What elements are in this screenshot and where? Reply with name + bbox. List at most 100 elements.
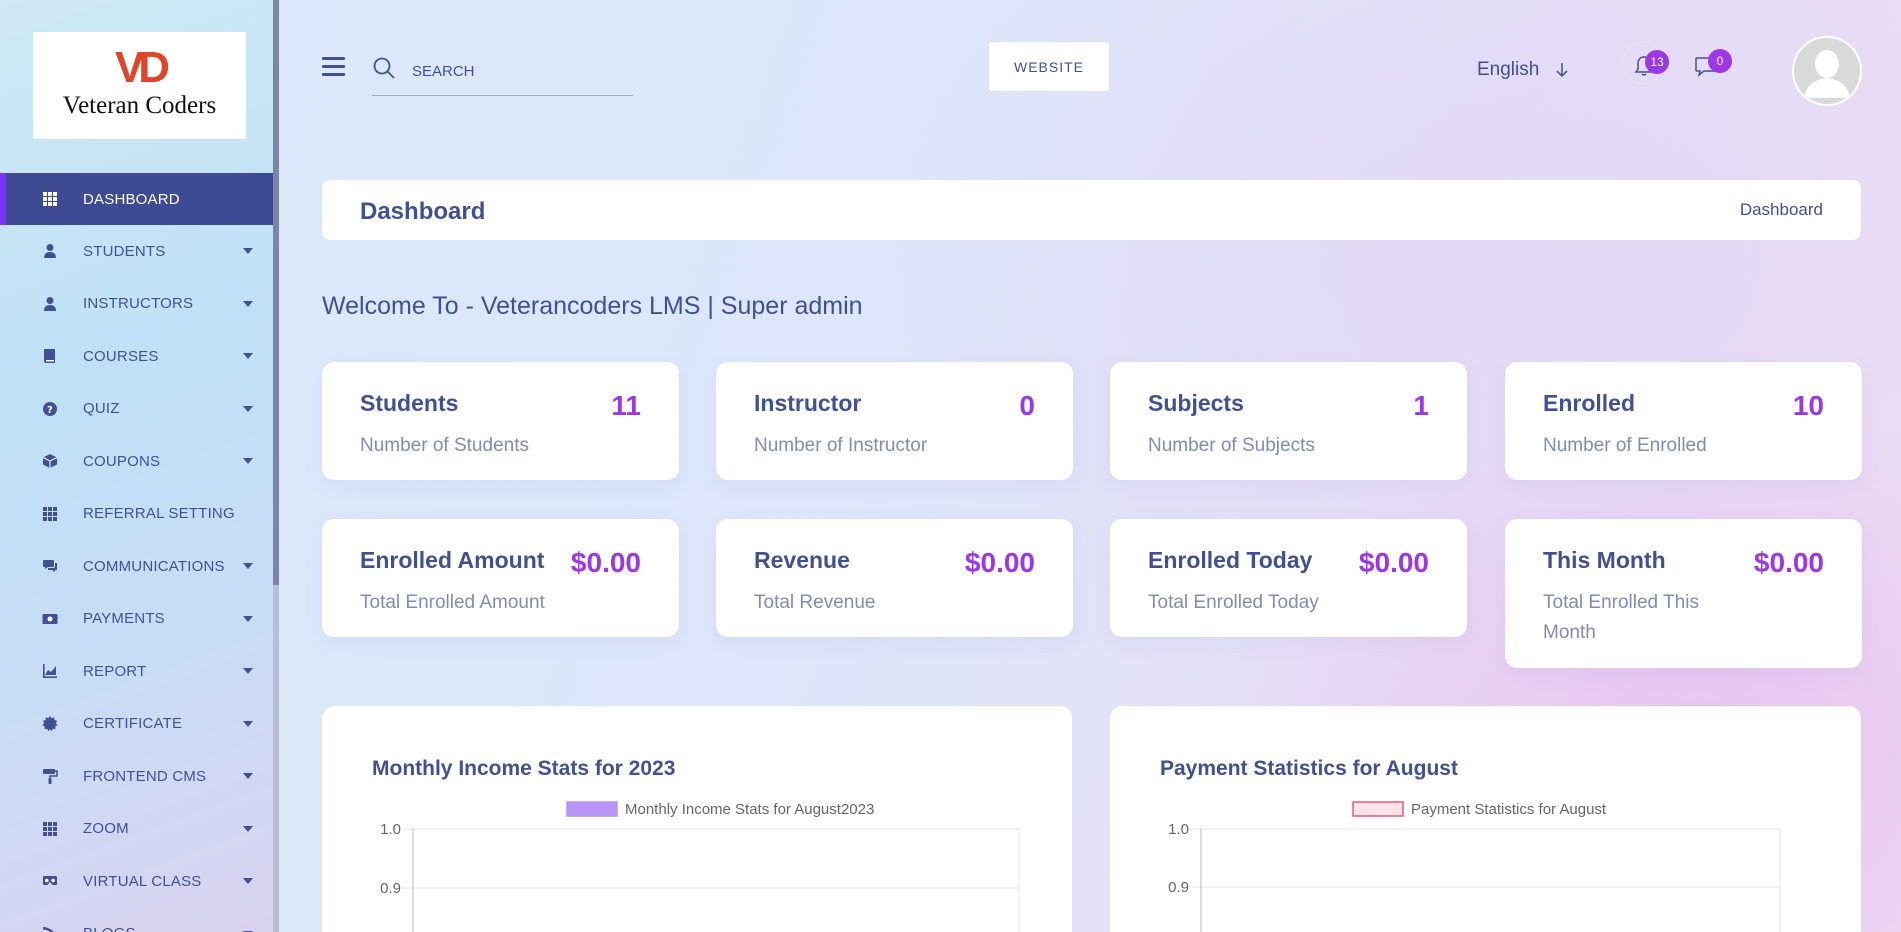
stat-card-subjects[interactable]: Subjects 1 Number of Subjects: [1110, 362, 1467, 480]
language-selector[interactable]: English: [1477, 57, 1569, 83]
sidebar-item-label: QUIZ: [83, 400, 120, 418]
caret-down-icon: [243, 458, 253, 465]
money-icon: [42, 611, 58, 627]
sidebar-item-dashboard[interactable]: DASHBOARD: [0, 173, 279, 225]
vr-icon: [42, 873, 58, 889]
sidebar-item-quiz[interactable]: ? QUIZ: [0, 383, 279, 436]
sidebar-scrollbar[interactable]: [273, 0, 279, 932]
logo-mark: VD: [114, 42, 170, 92]
stat-title: Enrolled Today: [1148, 547, 1313, 573]
stat-title: Instructor: [754, 390, 862, 416]
avatar[interactable]: [1792, 36, 1862, 106]
legend-swatch[interactable]: [566, 801, 618, 817]
y-tick-label: 0.9: [380, 880, 401, 897]
website-button[interactable]: WEBSITE: [989, 42, 1109, 91]
sidebar-item-label: FRONTEND CMS: [83, 767, 207, 785]
sidebar-item-label: REPORT: [83, 662, 147, 680]
sidebar-item-label: INSTRUCTORS: [83, 295, 194, 313]
menu-toggle-icon[interactable]: [322, 57, 345, 77]
caret-down-icon: [243, 720, 253, 727]
sidebar-item-payments[interactable]: PAYMENTS: [0, 593, 279, 646]
income-chart: Monthly Income Stats for August2023 1.0 0.…: [380, 801, 1020, 932]
y-tick-label: 0.9: [1168, 879, 1189, 896]
sidebar-item-courses[interactable]: COURSES: [0, 330, 279, 383]
stat-value: $0.00: [1358, 547, 1429, 578]
stat-value: 10: [1792, 390, 1824, 421]
sidebar-item-zoom[interactable]: ZOOM: [0, 803, 279, 856]
user-icon: [42, 243, 58, 259]
sidebar-item-report[interactable]: REPORT: [0, 645, 279, 698]
sidebar-item-label: REFERRAL SETTING: [83, 505, 235, 523]
arrow-down-icon: [1555, 62, 1569, 84]
breadcrumb: Dashboard Dashboard: [322, 180, 1861, 240]
y-tick-label: 1.0: [1168, 821, 1189, 838]
stat-subtitle: Number of Subjects: [1148, 435, 1315, 456]
sidebar-item-coupons[interactable]: COUPONS: [0, 435, 279, 488]
sidebar-item-referral-setting[interactable]: REFERRAL SETTING: [0, 488, 279, 541]
svg-text:?: ?: [47, 405, 53, 416]
rss-icon: [42, 926, 58, 932]
legend-swatch[interactable]: [1352, 801, 1404, 817]
caret-down-icon: [243, 825, 253, 832]
stat-title: Subjects: [1148, 390, 1244, 416]
caret-down-icon: [243, 405, 253, 412]
sidebar-item-label: COURSES: [83, 347, 159, 365]
search-input[interactable]: [412, 60, 622, 82]
sidebar-item-label: ZOOM: [83, 820, 129, 838]
stat-subtitle: Total Enrolled This Month: [1543, 592, 1699, 643]
stat-title: Enrolled: [1543, 390, 1636, 416]
sidebar-item-label: COMMUNICATIONS: [83, 557, 225, 575]
logo[interactable]: VD Veteran Coders: [33, 32, 246, 139]
legend-label: Monthly Income Stats for August2023: [625, 801, 874, 818]
sidebar-item-frontend-cms[interactable]: FRONTEND CMS: [0, 750, 279, 803]
caret-down-icon: [243, 668, 253, 675]
certificate-icon: [42, 715, 58, 732]
sidebar-item-virtual-class[interactable]: VIRTUAL CLASS: [0, 855, 279, 908]
page-title: Dashboard: [360, 198, 486, 225]
notifications-button[interactable]: 13: [1622, 42, 1669, 84]
stat-value: 1: [1413, 390, 1429, 421]
sidebar-item-certificate[interactable]: CERTIFICATE: [0, 698, 279, 751]
user-silhouette-icon: [1792, 36, 1862, 106]
stat-card-enrolled-today[interactable]: Enrolled Today $0.00 Total Enrolled Toda…: [1110, 519, 1467, 637]
grid-icon: [42, 821, 58, 837]
stat-title: Students: [360, 390, 459, 416]
caret-down-icon: [243, 300, 253, 307]
stat-card-this-month[interactable]: This Month $0.00 Total Enrolled This Mon…: [1505, 519, 1862, 668]
sidebar-item-label: COUPONS: [83, 452, 161, 470]
payment-chart: Payment Statistics for August 1.0 0.9: [1168, 801, 1781, 932]
stat-card-enrolled-amount[interactable]: Enrolled Amount $0.00 Total Enrolled Amo…: [322, 519, 679, 637]
breadcrumb-current[interactable]: Dashboard: [1740, 200, 1823, 220]
stat-card-revenue[interactable]: Revenue $0.00 Total Revenue: [716, 519, 1073, 637]
messages-button[interactable]: 0: [1690, 45, 1732, 85]
sidebar-menu: DASHBOARD STUDENTS INSTRUCTORS COURSES? QUIZ…: [0, 173, 279, 932]
sidebar-scrollbar-thumb[interactable]: [273, 0, 279, 585]
sidebar: VD Veteran Coders DASHBOARD STUDENTS INSTR…: [0, 0, 279, 932]
grid-icon: [42, 506, 58, 522]
sidebar-item-students[interactable]: STUDENTS: [0, 225, 279, 278]
stat-subtitle: Total Enrolled Today: [1148, 592, 1319, 613]
stat-title: Enrolled Amount: [360, 547, 545, 573]
box-icon: [42, 453, 58, 469]
question-icon: ?: [42, 401, 58, 417]
sidebar-item-label: DASHBOARD: [83, 190, 180, 208]
stat-title: Revenue: [754, 547, 850, 573]
stat-subtitle: Number of Students: [360, 435, 529, 456]
sidebar-item-blogs[interactable]: BLOGS: [0, 908, 279, 932]
sidebar-item-label: VIRTUAL CLASS: [83, 872, 202, 890]
messages-badge: 0: [1708, 49, 1732, 73]
sidebar-item-label: STUDENTS: [83, 242, 166, 260]
sidebar-item-communications[interactable]: COMMUNICATIONS: [0, 540, 279, 593]
chat-icon: [42, 558, 58, 574]
sidebar-item-label: BLOGS: [83, 925, 136, 932]
sidebar-item-instructors[interactable]: INSTRUCTORS: [0, 278, 279, 331]
stat-card-students[interactable]: Students 11 Number of Students: [322, 362, 679, 480]
stat-card-enrolled[interactable]: Enrolled 10 Number of Enrolled: [1505, 362, 1862, 480]
sidebar-item-label: PAYMENTS: [83, 610, 165, 628]
stat-value: 0: [1019, 390, 1035, 421]
stat-card-instructor[interactable]: Instructor 0 Number of Instructor: [716, 362, 1073, 480]
caret-down-icon: [243, 878, 253, 885]
logo-text: Veteran Coders: [62, 91, 217, 119]
caret-down-icon: [243, 773, 253, 780]
language-label: English: [1477, 59, 1540, 80]
